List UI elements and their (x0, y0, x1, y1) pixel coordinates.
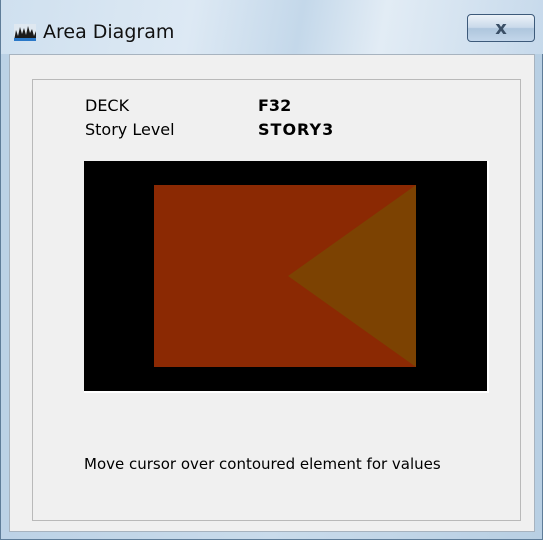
close-button[interactable]: x (467, 14, 535, 42)
hint-text: Move cursor over contoured element for v… (84, 455, 441, 473)
deck-label: DECK (85, 96, 130, 115)
dialog-client-area: DECK F32 Story Level STORY3 Move cursor … (9, 54, 535, 532)
title-bar[interactable]: Area Diagram x (1, 0, 543, 54)
area-diagram-plot (154, 185, 416, 367)
area-diagram-icon (14, 24, 36, 41)
story-level-value: STORY3 (258, 120, 335, 139)
close-icon: x (495, 17, 507, 39)
deck-value: F32 (258, 96, 292, 115)
story-level-label: Story Level (85, 120, 175, 139)
window-title: Area Diagram (43, 21, 175, 43)
area-diagram-canvas[interactable] (84, 161, 489, 393)
area-diagram-window: Area Diagram x DECK F32 Story Level STOR… (0, 0, 543, 540)
